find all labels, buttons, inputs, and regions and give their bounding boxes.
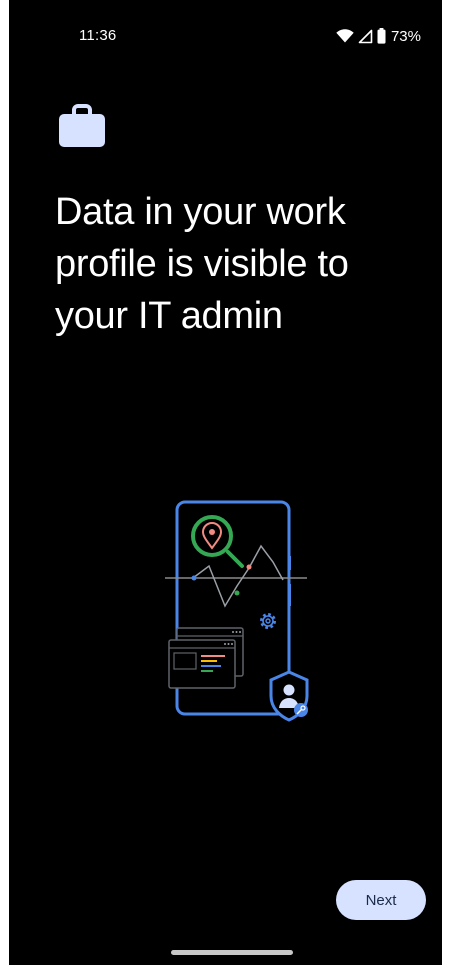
briefcase-icon (57, 103, 107, 149)
page-title: Data in your work profile is visible to … (55, 191, 349, 337)
battery-percent: 73% (390, 27, 421, 45)
cellular-signal-icon (358, 29, 373, 44)
work-profile-screen: 11:36 73% Data in your work profile is v… (9, 0, 442, 965)
battery-icon (377, 28, 386, 44)
status-bar: 11:36 73% (9, 0, 442, 72)
status-time: 11:36 (79, 27, 117, 44)
key-icon (294, 703, 308, 717)
next-button[interactable]: Next (336, 880, 426, 920)
status-icons: 73% (336, 26, 421, 46)
work-profile-illustration (157, 496, 317, 726)
browser-window-icon (168, 627, 244, 689)
home-indicator[interactable] (171, 950, 293, 955)
wifi-icon (336, 29, 354, 43)
